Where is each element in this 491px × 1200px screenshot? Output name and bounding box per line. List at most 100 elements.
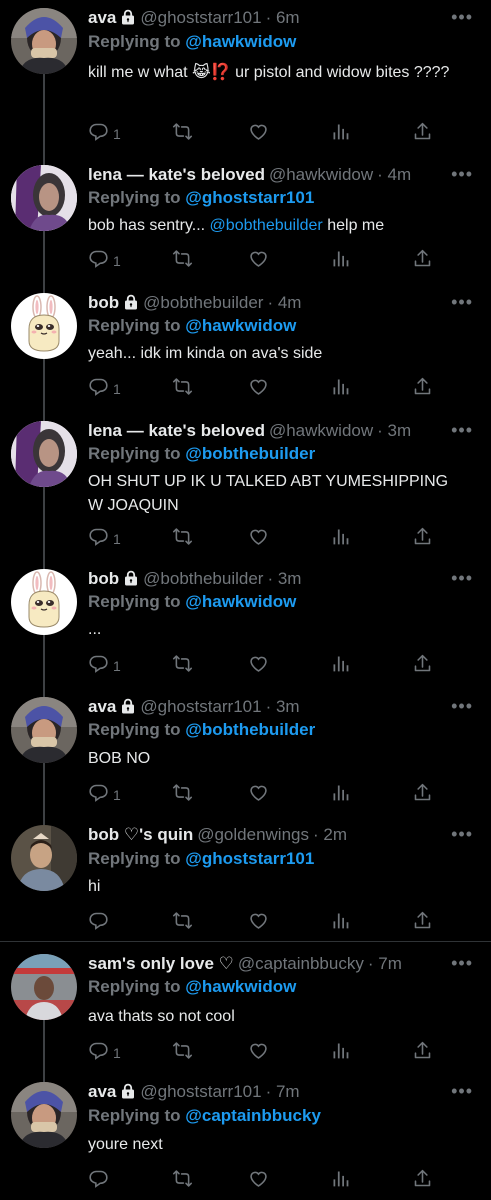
avatar[interactable] [11, 697, 77, 763]
views-button[interactable] [330, 1042, 351, 1064]
username-handle[interactable]: @ghoststarr101 [140, 697, 261, 716]
like-button[interactable] [248, 1170, 269, 1192]
display-name[interactable]: bob [88, 293, 119, 312]
replying-to-mention[interactable]: @hawkwidow [185, 32, 296, 51]
timestamp[interactable]: · 4m [267, 293, 301, 312]
like-button[interactable] [248, 784, 269, 806]
share-button[interactable] [412, 1170, 433, 1192]
views-button[interactable] [330, 912, 351, 934]
share-button[interactable] [412, 250, 433, 272]
username-handle[interactable]: @ghoststarr101 [140, 8, 261, 27]
username-handle[interactable]: @hawkwidow [269, 165, 373, 184]
timestamp[interactable]: · 7m [266, 1082, 300, 1101]
more-icon[interactable]: ••• [451, 293, 473, 311]
share-button[interactable] [412, 784, 433, 806]
reply-button[interactable]: 1 [88, 784, 121, 806]
more-icon[interactable]: ••• [451, 954, 473, 972]
retweet-button[interactable] [172, 784, 193, 806]
retweet-button[interactable] [172, 123, 193, 145]
more-icon[interactable]: ••• [451, 825, 473, 843]
timestamp[interactable]: · 7m [368, 954, 402, 973]
replying-to-mention[interactable]: @ghoststarr101 [185, 849, 314, 868]
retweet-button[interactable] [172, 378, 193, 400]
views-button[interactable] [330, 123, 351, 145]
like-button[interactable] [248, 655, 269, 677]
replying-to-mention[interactable]: @hawkwidow [185, 316, 296, 335]
timestamp[interactable]: · 4m [377, 165, 411, 184]
replying-to-mention[interactable]: @ghoststarr101 [185, 188, 314, 207]
share-button[interactable] [412, 655, 433, 677]
reply-button[interactable]: 1 [88, 378, 121, 400]
timestamp[interactable]: · 3m [377, 421, 411, 440]
retweet-button[interactable] [172, 912, 193, 934]
like-button[interactable] [248, 912, 269, 934]
share-button[interactable] [412, 528, 433, 550]
share-button[interactable] [412, 123, 433, 145]
reply-button[interactable] [88, 1170, 113, 1192]
reply-button[interactable]: 1 [88, 655, 121, 677]
views-button[interactable] [330, 784, 351, 806]
replying-to-mention[interactable]: @hawkwidow [185, 592, 296, 611]
timestamp[interactable]: · 3m [267, 569, 301, 588]
avatar[interactable] [11, 825, 77, 891]
like-button[interactable] [248, 250, 269, 272]
avatar[interactable] [11, 293, 77, 359]
username-handle[interactable]: @bobthebuilder [143, 293, 263, 312]
display-name[interactable]: sam's only love ♡ [88, 954, 234, 973]
display-name[interactable]: bob ♡'s quin [88, 825, 193, 844]
avatar[interactable] [11, 569, 77, 635]
share-button[interactable] [412, 378, 433, 400]
display-name[interactable]: lena — kate's beloved [88, 421, 265, 440]
avatar[interactable] [11, 954, 77, 1020]
reply-button[interactable]: 1 [88, 123, 121, 145]
views-button[interactable] [330, 1170, 351, 1192]
display-name[interactable]: ava [88, 1082, 116, 1101]
reply-button[interactable]: 1 [88, 250, 121, 272]
more-icon[interactable]: ••• [451, 1082, 473, 1100]
timestamp[interactable]: · 6m [266, 8, 300, 27]
username-handle[interactable]: @hawkwidow [269, 421, 373, 440]
reply-button[interactable]: 1 [88, 528, 121, 550]
views-button[interactable] [330, 250, 351, 272]
replying-to-mention[interactable]: @bobthebuilder [185, 720, 315, 739]
username-handle[interactable]: @bobthebuilder [143, 569, 263, 588]
username-handle[interactable]: @captainbbucky [238, 954, 364, 973]
avatar[interactable] [11, 421, 77, 487]
more-icon[interactable]: ••• [451, 8, 473, 26]
like-button[interactable] [248, 528, 269, 550]
replying-to-mention[interactable]: @bobthebuilder [185, 444, 315, 463]
display-name[interactable]: bob [88, 569, 119, 588]
username-handle[interactable]: @ghoststarr101 [140, 1082, 261, 1101]
like-button[interactable] [248, 123, 269, 145]
retweet-button[interactable] [172, 250, 193, 272]
timestamp[interactable]: · 2m [313, 825, 347, 844]
views-button[interactable] [330, 655, 351, 677]
share-button[interactable] [412, 912, 433, 934]
retweet-button[interactable] [172, 655, 193, 677]
timestamp[interactable]: · 3m [266, 697, 300, 716]
display-name[interactable]: ava [88, 8, 116, 27]
avatar[interactable] [11, 165, 77, 231]
share-button[interactable] [412, 1042, 433, 1064]
retweet-button[interactable] [172, 528, 193, 550]
retweet-button[interactable] [172, 1042, 193, 1064]
display-name[interactable]: lena — kate's beloved [88, 165, 265, 184]
more-icon[interactable]: ••• [451, 697, 473, 715]
reply-button[interactable]: 1 [88, 1042, 121, 1064]
avatar[interactable] [11, 1082, 77, 1148]
reply-button[interactable] [88, 912, 113, 934]
like-button[interactable] [248, 1042, 269, 1064]
display-name[interactable]: ava [88, 697, 116, 716]
more-icon[interactable]: ••• [451, 165, 473, 183]
more-icon[interactable]: ••• [451, 421, 473, 439]
replying-to-mention[interactable]: @hawkwidow [185, 977, 296, 996]
like-button[interactable] [248, 378, 269, 400]
replying-to-mention[interactable]: @captainbbucky [185, 1106, 321, 1125]
more-icon[interactable]: ••• [451, 569, 473, 587]
retweet-button[interactable] [172, 1170, 193, 1192]
mention-link[interactable]: @bobthebuilder [210, 217, 323, 234]
avatar[interactable] [11, 8, 77, 74]
views-button[interactable] [330, 528, 351, 550]
views-button[interactable] [330, 378, 351, 400]
username-handle[interactable]: @goldenwings [197, 825, 309, 844]
